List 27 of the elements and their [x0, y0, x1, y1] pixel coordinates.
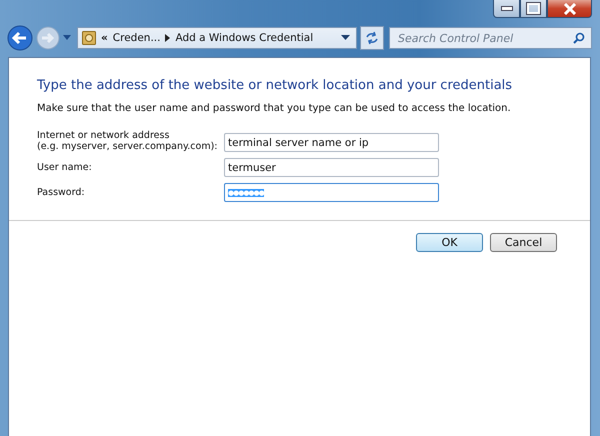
input-field[interactable]: terminal server name or ip	[224, 133, 439, 152]
field-label: Password:	[37, 187, 86, 198]
dialog-button[interactable]: OK	[416, 233, 483, 252]
refresh-button[interactable]	[360, 26, 384, 50]
credential-vault-icon	[82, 31, 96, 45]
minimize-button[interactable]	[493, 0, 520, 18]
dialog-button[interactable]: Cancel	[490, 233, 557, 252]
back-button[interactable]	[7, 25, 33, 51]
breadcrumb[interactable]: Creden...	[112, 32, 160, 44]
maximize-button[interactable]	[520, 0, 547, 18]
overflow-chevron[interactable]: «	[101, 32, 108, 44]
field-label: Internet or network address (e.g. myserver, server.company.com):	[37, 130, 218, 152]
recent-pages-icon[interactable]	[63, 35, 71, 41]
dropdown-icon[interactable]	[341, 35, 350, 41]
address-bar[interactable]: « Creden... Add a Windows Credential	[77, 27, 357, 49]
breadcrumb[interactable]: Add a Windows Credential	[175, 32, 314, 44]
search-icon	[573, 32, 585, 44]
field-label: User name:	[37, 162, 93, 173]
input-field[interactable]: termuser	[224, 158, 439, 177]
instruction-text: Make sure that the user name and password that you type can be used to access the location.	[37, 103, 512, 114]
breadcrumb-arrow-icon[interactable]	[165, 34, 170, 42]
search-field[interactable]: Search Control Panel	[389, 27, 592, 49]
search-input[interactable]: Search Control Panel	[396, 30, 573, 46]
close-icon	[562, 2, 576, 14]
close-button[interactable]	[547, 0, 592, 18]
refresh-icon	[365, 31, 379, 45]
dialog-heading: Type the address of the website or network location and your credentials	[37, 78, 514, 93]
